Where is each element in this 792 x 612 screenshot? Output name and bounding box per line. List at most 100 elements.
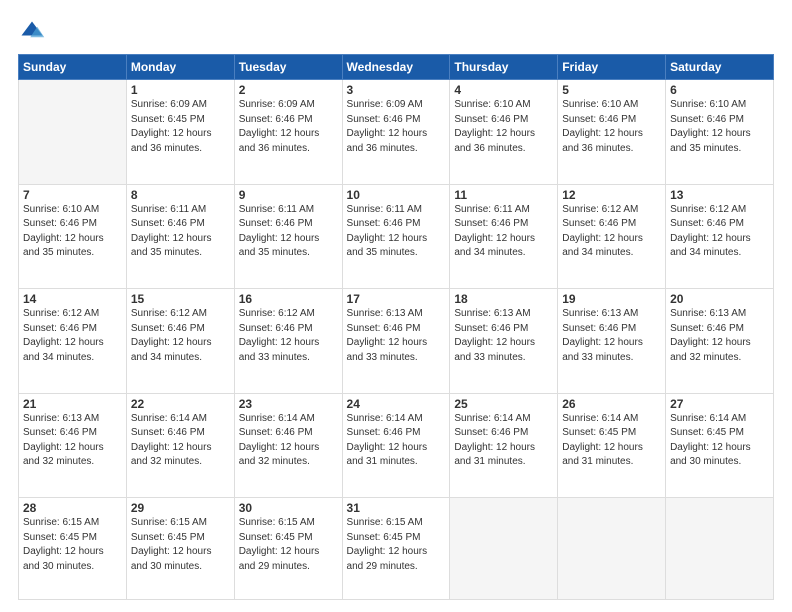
- calendar-cell: [666, 498, 774, 600]
- day-info: Sunrise: 6:12 AMSunset: 6:46 PMDaylight:…: [562, 203, 661, 261]
- calendar-cell: 4Sunrise: 6:10 AMSunset: 6:46 PMDaylight…: [450, 80, 558, 185]
- day-number: 28: [23, 501, 122, 515]
- calendar-cell: 20Sunrise: 6:13 AMSunset: 6:46 PMDayligh…: [666, 289, 774, 394]
- calendar-cell: 2Sunrise: 6:09 AMSunset: 6:46 PMDaylight…: [234, 80, 342, 185]
- calendar-cell: 29Sunrise: 6:15 AMSunset: 6:45 PMDayligh…: [126, 498, 234, 600]
- calendar-day-header: Thursday: [450, 55, 558, 80]
- day-info: Sunrise: 6:11 AMSunset: 6:46 PMDaylight:…: [239, 203, 338, 261]
- day-number: 13: [670, 188, 769, 202]
- day-number: 8: [131, 188, 230, 202]
- logo-icon: [18, 18, 46, 46]
- day-info: Sunrise: 6:11 AMSunset: 6:46 PMDaylight:…: [347, 203, 446, 261]
- calendar-cell: 10Sunrise: 6:11 AMSunset: 6:46 PMDayligh…: [342, 184, 450, 289]
- calendar-cell: 3Sunrise: 6:09 AMSunset: 6:46 PMDaylight…: [342, 80, 450, 185]
- day-info: Sunrise: 6:12 AMSunset: 6:46 PMDaylight:…: [670, 203, 769, 261]
- day-info: Sunrise: 6:10 AMSunset: 6:46 PMDaylight:…: [670, 98, 769, 156]
- day-number: 25: [454, 397, 553, 411]
- calendar-day-header: Wednesday: [342, 55, 450, 80]
- day-number: 31: [347, 501, 446, 515]
- day-info: Sunrise: 6:11 AMSunset: 6:46 PMDaylight:…: [454, 203, 553, 261]
- day-number: 26: [562, 397, 661, 411]
- day-info: Sunrise: 6:11 AMSunset: 6:46 PMDaylight:…: [131, 203, 230, 261]
- day-number: 1: [131, 83, 230, 97]
- day-number: 16: [239, 292, 338, 306]
- calendar-cell: 25Sunrise: 6:14 AMSunset: 6:46 PMDayligh…: [450, 393, 558, 498]
- day-number: 12: [562, 188, 661, 202]
- day-info: Sunrise: 6:13 AMSunset: 6:46 PMDaylight:…: [23, 412, 122, 470]
- calendar-week-row: 7Sunrise: 6:10 AMSunset: 6:46 PMDaylight…: [19, 184, 774, 289]
- calendar-cell: 24Sunrise: 6:14 AMSunset: 6:46 PMDayligh…: [342, 393, 450, 498]
- calendar-cell: 19Sunrise: 6:13 AMSunset: 6:46 PMDayligh…: [558, 289, 666, 394]
- calendar-cell: 7Sunrise: 6:10 AMSunset: 6:46 PMDaylight…: [19, 184, 127, 289]
- calendar-cell: 12Sunrise: 6:12 AMSunset: 6:46 PMDayligh…: [558, 184, 666, 289]
- calendar-week-row: 28Sunrise: 6:15 AMSunset: 6:45 PMDayligh…: [19, 498, 774, 600]
- day-info: Sunrise: 6:12 AMSunset: 6:46 PMDaylight:…: [239, 307, 338, 365]
- day-number: 19: [562, 292, 661, 306]
- calendar-table: SundayMondayTuesdayWednesdayThursdayFrid…: [18, 54, 774, 600]
- calendar-cell: 5Sunrise: 6:10 AMSunset: 6:46 PMDaylight…: [558, 80, 666, 185]
- calendar-day-header: Sunday: [19, 55, 127, 80]
- day-number: 9: [239, 188, 338, 202]
- day-info: Sunrise: 6:13 AMSunset: 6:46 PMDaylight:…: [670, 307, 769, 365]
- calendar-cell: 14Sunrise: 6:12 AMSunset: 6:46 PMDayligh…: [19, 289, 127, 394]
- day-number: 6: [670, 83, 769, 97]
- day-info: Sunrise: 6:15 AMSunset: 6:45 PMDaylight:…: [131, 516, 230, 574]
- day-info: Sunrise: 6:09 AMSunset: 6:46 PMDaylight:…: [347, 98, 446, 156]
- calendar-cell: 31Sunrise: 6:15 AMSunset: 6:45 PMDayligh…: [342, 498, 450, 600]
- day-info: Sunrise: 6:15 AMSunset: 6:45 PMDaylight:…: [239, 516, 338, 574]
- day-number: 23: [239, 397, 338, 411]
- day-info: Sunrise: 6:14 AMSunset: 6:46 PMDaylight:…: [239, 412, 338, 470]
- calendar-cell: 8Sunrise: 6:11 AMSunset: 6:46 PMDaylight…: [126, 184, 234, 289]
- day-number: 17: [347, 292, 446, 306]
- day-number: 11: [454, 188, 553, 202]
- calendar-cell: 18Sunrise: 6:13 AMSunset: 6:46 PMDayligh…: [450, 289, 558, 394]
- calendar-cell: 15Sunrise: 6:12 AMSunset: 6:46 PMDayligh…: [126, 289, 234, 394]
- calendar-week-row: 21Sunrise: 6:13 AMSunset: 6:46 PMDayligh…: [19, 393, 774, 498]
- calendar-week-row: 14Sunrise: 6:12 AMSunset: 6:46 PMDayligh…: [19, 289, 774, 394]
- day-info: Sunrise: 6:10 AMSunset: 6:46 PMDaylight:…: [454, 98, 553, 156]
- day-info: Sunrise: 6:15 AMSunset: 6:45 PMDaylight:…: [23, 516, 122, 574]
- day-number: 20: [670, 292, 769, 306]
- header: [18, 18, 774, 46]
- calendar-cell: 30Sunrise: 6:15 AMSunset: 6:45 PMDayligh…: [234, 498, 342, 600]
- calendar-cell: 23Sunrise: 6:14 AMSunset: 6:46 PMDayligh…: [234, 393, 342, 498]
- day-number: 15: [131, 292, 230, 306]
- calendar-day-header: Tuesday: [234, 55, 342, 80]
- day-number: 10: [347, 188, 446, 202]
- calendar-cell: 9Sunrise: 6:11 AMSunset: 6:46 PMDaylight…: [234, 184, 342, 289]
- day-info: Sunrise: 6:13 AMSunset: 6:46 PMDaylight:…: [562, 307, 661, 365]
- calendar-cell: [19, 80, 127, 185]
- day-number: 29: [131, 501, 230, 515]
- day-info: Sunrise: 6:14 AMSunset: 6:46 PMDaylight:…: [347, 412, 446, 470]
- day-info: Sunrise: 6:14 AMSunset: 6:46 PMDaylight:…: [131, 412, 230, 470]
- day-number: 30: [239, 501, 338, 515]
- day-info: Sunrise: 6:12 AMSunset: 6:46 PMDaylight:…: [131, 307, 230, 365]
- calendar-cell: [450, 498, 558, 600]
- day-info: Sunrise: 6:13 AMSunset: 6:46 PMDaylight:…: [347, 307, 446, 365]
- calendar-day-header: Monday: [126, 55, 234, 80]
- day-number: 18: [454, 292, 553, 306]
- calendar-day-header: Saturday: [666, 55, 774, 80]
- day-info: Sunrise: 6:14 AMSunset: 6:45 PMDaylight:…: [670, 412, 769, 470]
- day-number: 3: [347, 83, 446, 97]
- day-info: Sunrise: 6:10 AMSunset: 6:46 PMDaylight:…: [562, 98, 661, 156]
- day-info: Sunrise: 6:09 AMSunset: 6:45 PMDaylight:…: [131, 98, 230, 156]
- day-number: 27: [670, 397, 769, 411]
- day-info: Sunrise: 6:09 AMSunset: 6:46 PMDaylight:…: [239, 98, 338, 156]
- day-number: 22: [131, 397, 230, 411]
- calendar-cell: 22Sunrise: 6:14 AMSunset: 6:46 PMDayligh…: [126, 393, 234, 498]
- calendar-cell: 6Sunrise: 6:10 AMSunset: 6:46 PMDaylight…: [666, 80, 774, 185]
- calendar-day-header: Friday: [558, 55, 666, 80]
- calendar-cell: 1Sunrise: 6:09 AMSunset: 6:45 PMDaylight…: [126, 80, 234, 185]
- day-info: Sunrise: 6:13 AMSunset: 6:46 PMDaylight:…: [454, 307, 553, 365]
- day-number: 24: [347, 397, 446, 411]
- calendar-cell: 16Sunrise: 6:12 AMSunset: 6:46 PMDayligh…: [234, 289, 342, 394]
- calendar-cell: 13Sunrise: 6:12 AMSunset: 6:46 PMDayligh…: [666, 184, 774, 289]
- calendar-week-row: 1Sunrise: 6:09 AMSunset: 6:45 PMDaylight…: [19, 80, 774, 185]
- page: SundayMondayTuesdayWednesdayThursdayFrid…: [0, 0, 792, 612]
- day-info: Sunrise: 6:15 AMSunset: 6:45 PMDaylight:…: [347, 516, 446, 574]
- day-number: 2: [239, 83, 338, 97]
- day-info: Sunrise: 6:12 AMSunset: 6:46 PMDaylight:…: [23, 307, 122, 365]
- day-info: Sunrise: 6:14 AMSunset: 6:45 PMDaylight:…: [562, 412, 661, 470]
- day-number: 5: [562, 83, 661, 97]
